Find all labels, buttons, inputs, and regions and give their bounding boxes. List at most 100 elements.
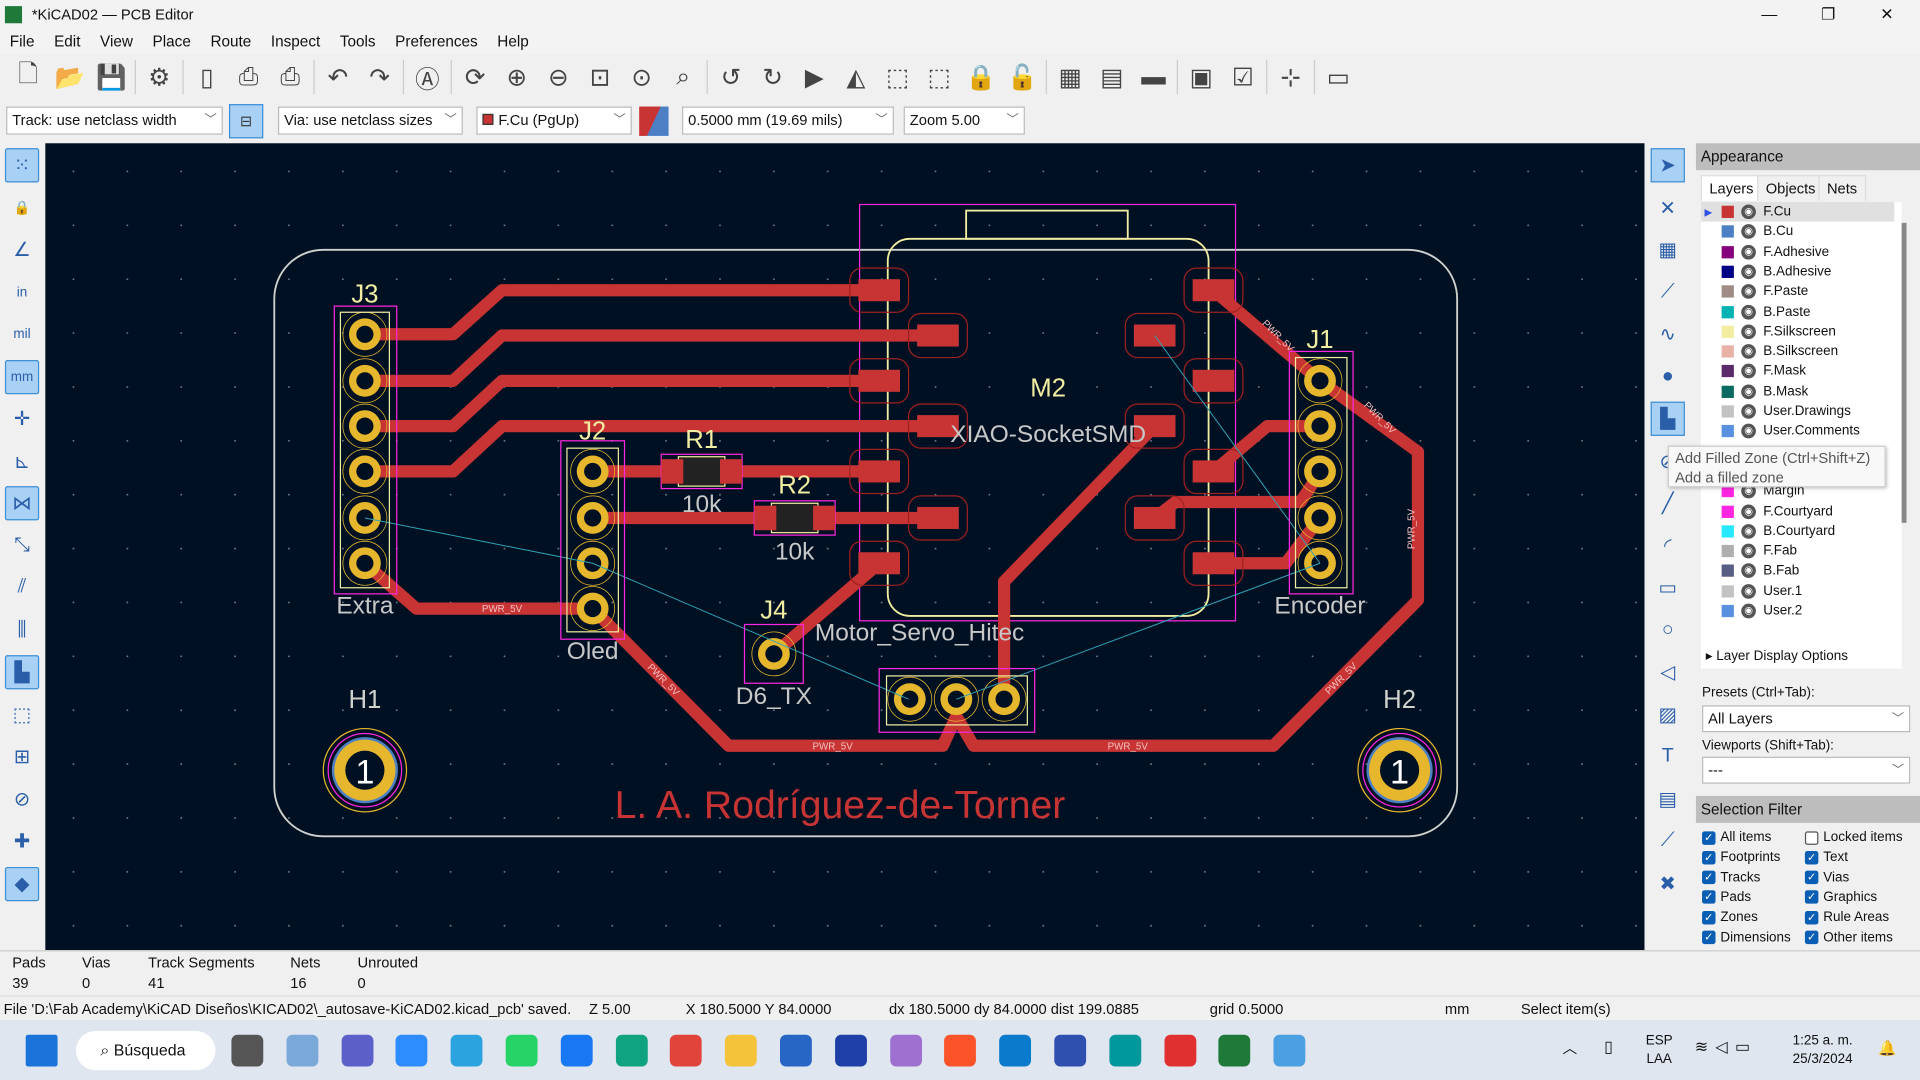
drc-button[interactable]: ☑ xyxy=(1224,59,1261,96)
viewports-select[interactable]: --- ﹀ xyxy=(1702,756,1911,784)
layer-row-b-silkscreen[interactable]: ◉ B.Silkscreen xyxy=(1701,342,1894,362)
eye-icon[interactable]: ◉ xyxy=(1741,384,1756,399)
zoom-taskbar-icon[interactable] xyxy=(395,1034,428,1067)
millimeters-toggle[interactable]: mm xyxy=(4,359,40,394)
copper-track[interactable] xyxy=(358,374,886,433)
refresh-button[interactable]: ⟳ xyxy=(457,59,494,96)
footprint-editor-button[interactable]: ▤ xyxy=(1093,59,1130,96)
checkbox-checked-icon[interactable]: ✓ xyxy=(1804,850,1819,865)
layer-row-b-adhesive[interactable]: ◉ B.Adhesive xyxy=(1701,262,1894,282)
eye-icon[interactable]: ◉ xyxy=(1741,204,1756,220)
layer-display-options-toggle[interactable]: ▸ Layer Display Options xyxy=(1706,648,1848,664)
snipping-tool-taskbar-icon[interactable] xyxy=(889,1034,922,1067)
layer-color-swatch[interactable] xyxy=(1721,225,1734,238)
footprint-browser-button[interactable]: ▬ xyxy=(1135,59,1172,96)
layer-list-scrollbar[interactable] xyxy=(1901,222,1907,523)
layer-row-f-adhesive[interactable]: ◉ F.Adhesive xyxy=(1701,242,1894,262)
save-button[interactable]: 💾 xyxy=(93,59,130,96)
chatgpt-app-taskbar-icon[interactable] xyxy=(615,1034,648,1067)
layer-pair-button[interactable] xyxy=(639,106,669,136)
pad-outline-toggle[interactable]: ⊞ xyxy=(5,740,39,774)
filter-dimensions[interactable]: ✓ Dimensions xyxy=(1702,930,1791,945)
rotate-ccw-button[interactable]: ↺ xyxy=(713,59,750,96)
layer-row-user-2[interactable]: ◉ User.2 xyxy=(1701,601,1894,621)
eye-icon[interactable]: ◉ xyxy=(1741,304,1756,319)
layer-row-f-silkscreen[interactable]: ◉ F.Silkscreen xyxy=(1701,322,1894,342)
notifications-icon[interactable]: 🔔 xyxy=(1878,1040,1896,1057)
m2-smd-pad[interactable] xyxy=(1192,369,1235,392)
via-outline-toggle[interactable]: ⫼ xyxy=(5,613,39,647)
filter-all-items[interactable]: ✓ All items xyxy=(1702,830,1771,845)
l-app-taskbar-icon[interactable] xyxy=(834,1034,867,1067)
m2-smd-pad[interactable] xyxy=(1192,460,1235,483)
copper-track[interactable] xyxy=(997,420,1161,706)
maximize-button[interactable]: ❐ xyxy=(1800,0,1856,28)
full-cursor-toggle[interactable]: ⊾ xyxy=(5,444,39,478)
checkbox-checked-icon[interactable]: ✓ xyxy=(1804,910,1819,925)
menu-preferences[interactable]: Preferences xyxy=(385,32,487,49)
dimension-tool[interactable]: ⟋ xyxy=(1651,824,1685,858)
tab-layers[interactable]: Layers xyxy=(1700,175,1763,201)
route-track-tool[interactable]: ⟋ xyxy=(1651,275,1685,309)
layer-color-swatch[interactable] xyxy=(1721,425,1734,438)
layer-color-swatch[interactable] xyxy=(1721,305,1734,318)
task-view-taskbar-icon[interactable] xyxy=(231,1034,264,1067)
m2-smd-pad[interactable] xyxy=(917,506,959,529)
grid-size-select[interactable]: 0.5000 mm (19.69 mils) ﹀ xyxy=(682,106,894,135)
zone-fill-toggle[interactable]: ▙ xyxy=(4,655,40,690)
m2-smd-pad[interactable] xyxy=(858,552,901,575)
lock-selection-toggle[interactable]: 🔒 xyxy=(5,190,39,224)
filter-other-items[interactable]: ✓ Other items xyxy=(1804,930,1893,945)
layer-row-user-comments[interactable]: ◉ User.Comments xyxy=(1701,422,1894,442)
layer-color-swatch[interactable] xyxy=(1721,365,1734,378)
delete-tool[interactable]: ✖ xyxy=(1651,866,1685,900)
zone-outline-toggle[interactable]: ⬚ xyxy=(5,697,39,731)
print-button[interactable]: ⎙ xyxy=(230,59,267,96)
layer-color-swatch[interactable] xyxy=(1721,285,1734,298)
unlock-button[interactable]: 🔓 xyxy=(1004,59,1041,96)
arduino-taskbar-icon[interactable] xyxy=(1109,1034,1141,1067)
cursor-crosshair-toggle[interactable]: ✛ xyxy=(5,402,39,436)
undo-button[interactable]: ↶ xyxy=(320,59,357,96)
m2-smd-pad[interactable] xyxy=(917,324,959,347)
r1-pad-2[interactable] xyxy=(720,459,743,484)
filter-zones[interactable]: ✓ Zones xyxy=(1702,910,1758,925)
tab-objects[interactable]: Objects xyxy=(1757,175,1825,201)
presets-select[interactable]: All Layers ﹀ xyxy=(1702,705,1911,733)
track-width-select[interactable]: Track: use netclass width ﹀ xyxy=(6,106,223,135)
m2-smd-pad[interactable] xyxy=(1192,279,1235,302)
checkbox-checked-icon[interactable]: ✓ xyxy=(1804,890,1819,905)
microsoft-store-taskbar-icon[interactable] xyxy=(780,1034,812,1067)
schematic-button[interactable]: ⊹ xyxy=(1272,59,1309,96)
language-indicator[interactable]: ESP LAA xyxy=(1646,1032,1673,1069)
h1-mounting-hole[interactable]: 1 xyxy=(322,727,408,813)
layer-row-b-courtyard[interactable]: ◉ B.Courtyard xyxy=(1701,521,1894,541)
checkbox-checked-icon[interactable]: ✓ xyxy=(1702,830,1716,845)
zoom-fit-button[interactable]: ⊡ xyxy=(582,59,619,96)
eye-icon[interactable]: ◉ xyxy=(1741,563,1756,579)
filter-graphics[interactable]: ✓ Graphics xyxy=(1804,890,1877,905)
layer-color-swatch[interactable] xyxy=(1721,265,1734,278)
layer-color-swatch[interactable] xyxy=(1721,405,1734,418)
filter-text[interactable]: ✓ Text xyxy=(1804,850,1848,865)
ratsnest-toggle[interactable]: ⋈ xyxy=(4,486,40,521)
via-size-select[interactable]: Via: use netclass sizes ﹀ xyxy=(277,106,463,135)
layer-color-swatch[interactable] xyxy=(1721,584,1734,598)
layer-color-swatch[interactable] xyxy=(1721,604,1734,618)
m2-smd-pad[interactable] xyxy=(858,279,901,302)
copper-track[interactable] xyxy=(358,284,886,341)
mirror-button[interactable]: ◭ xyxy=(838,59,875,96)
rectangle-tool[interactable]: ▭ xyxy=(1651,571,1685,605)
open-button[interactable]: 📂 xyxy=(51,59,88,96)
menu-file[interactable]: File xyxy=(0,32,44,49)
chrome-taskbar-icon[interactable] xyxy=(670,1034,703,1067)
mils-toggle[interactable]: mil xyxy=(5,317,39,351)
taskbar-search[interactable]: ⌕ Búsqueda xyxy=(75,1031,216,1071)
m2-smd-pad[interactable] xyxy=(1192,552,1235,575)
eye-icon[interactable]: ◉ xyxy=(1741,224,1756,240)
update-pcb-button[interactable]: ▣ xyxy=(1183,59,1220,96)
local-ratsnest-tool[interactable]: ✕ xyxy=(1651,190,1685,224)
telegram-taskbar-icon[interactable] xyxy=(450,1034,483,1067)
clock[interactable]: 1:25 a. m. 25/3/2024 xyxy=(1793,1032,1853,1069)
netlist-button[interactable]: ▦ xyxy=(1052,59,1089,96)
